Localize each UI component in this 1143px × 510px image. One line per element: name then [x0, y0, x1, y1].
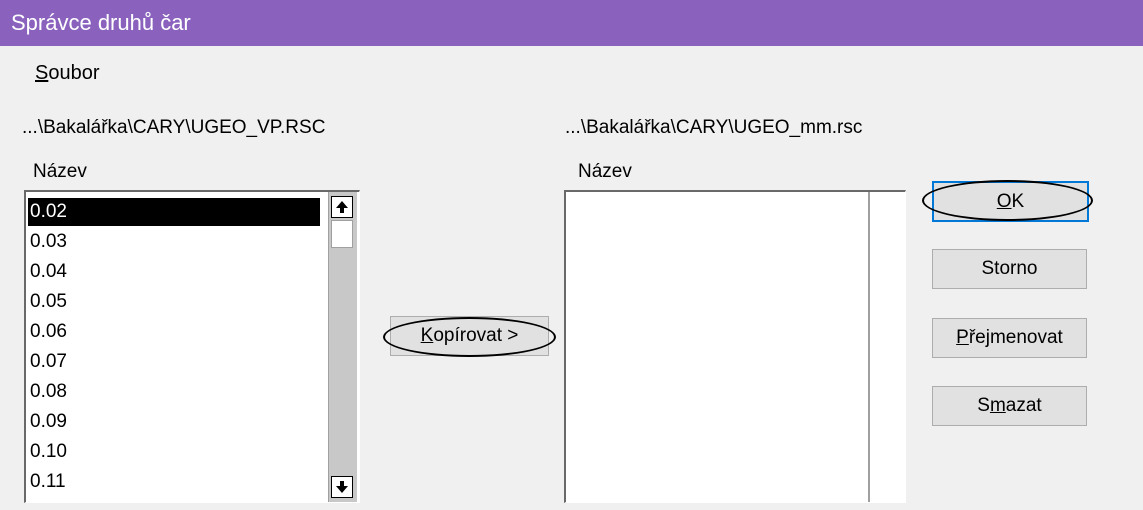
list-item[interactable]: 0.09: [28, 408, 318, 436]
rename-accel: P: [956, 327, 969, 348]
right-list-divider: [868, 192, 870, 502]
arrow-down-icon: [336, 481, 348, 493]
list-item[interactable]: 0.03: [28, 228, 318, 256]
copy-label: opírovat >: [433, 325, 519, 346]
list-item[interactable]: 0.11: [28, 468, 318, 496]
title-bar: Správce druhů čar: [0, 0, 1143, 46]
list-item[interactable]: 0.04: [28, 258, 318, 286]
ok-button[interactable]: OK: [932, 181, 1089, 222]
copy-button[interactable]: Kopírovat >: [390, 316, 549, 356]
left-file-path: ...\Bakalářka\CARY\UGEO_VP.RSC: [22, 117, 326, 138]
list-item[interactable]: 0.07: [28, 348, 318, 376]
menu-accel: S: [35, 62, 49, 84]
list-item[interactable]: 0.08: [28, 378, 318, 406]
rename-button[interactable]: Přejmenovat: [932, 318, 1087, 358]
arrow-up-icon: [336, 201, 348, 213]
left-listbox[interactable]: 0.02 0.03 0.04 0.05 0.06 0.07 0.08 0.09 0.10 0.11: [24, 190, 360, 503]
delete-label-end: azat: [1005, 395, 1042, 416]
right-listbox[interactable]: [564, 190, 906, 503]
left-column-header: Název: [33, 161, 87, 182]
list-item[interactable]: 0.02: [28, 198, 320, 226]
menu-label: oubor: [48, 62, 100, 84]
right-file-path: ...\Bakalářka\CARY\UGEO_mm.rsc: [565, 117, 863, 138]
scroll-up-button[interactable]: [331, 196, 353, 218]
list-item[interactable]: 0.05: [28, 288, 318, 316]
window-title: Správce druhů čar: [11, 10, 191, 35]
delete-label-start: S: [977, 395, 990, 416]
storno-label: Storno: [981, 258, 1038, 279]
ok-accel: O: [996, 190, 1012, 212]
left-scrollbar[interactable]: [328, 192, 357, 502]
list-item[interactable]: 0.06: [28, 318, 318, 346]
delete-button[interactable]: Sm azat: [932, 386, 1087, 426]
delete-accel: m: [989, 395, 1006, 416]
list-item[interactable]: 0.10: [28, 438, 318, 466]
storno-button[interactable]: Storno: [932, 249, 1087, 289]
scroll-down-button[interactable]: [331, 476, 353, 498]
menu-item-soubor[interactable]: Soubor: [35, 62, 100, 85]
copy-accel: K: [420, 325, 434, 346]
ok-label: K: [1011, 190, 1025, 212]
rename-label: řejmenovat: [968, 327, 1063, 348]
right-column-header: Název: [578, 161, 632, 182]
scroll-thumb[interactable]: [331, 220, 353, 248]
